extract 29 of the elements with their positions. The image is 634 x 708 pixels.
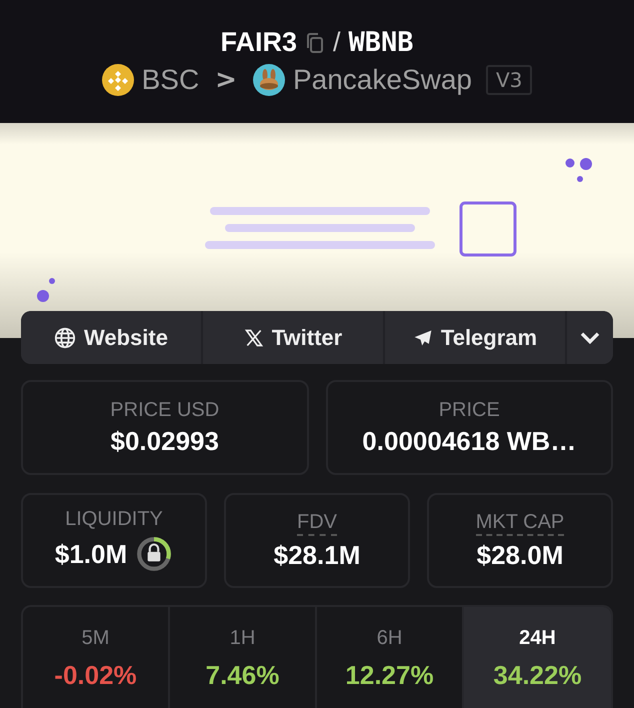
card-value: $0.02993 [110,426,219,456]
card-label: FDV [297,510,337,536]
copy-icon[interactable] [304,32,325,54]
card-label: LIQUIDITY [65,508,163,531]
period-tab[interactable]: 1H 7.46% [170,607,317,708]
quote-token: WBNB [348,27,414,58]
base-token: FAIR3 [220,27,297,58]
card-label: MKT CAP [476,510,564,536]
social-link[interactable]: Website [21,311,203,364]
card-value: 0.00004618 WB… [362,426,576,456]
card-value: $28.0M [476,540,564,570]
period-tab[interactable]: 24H 34.22% [464,607,611,708]
card-value: $28.1M [274,540,360,570]
lock-gauge-icon [135,535,174,573]
x-icon [244,328,264,348]
dex-name[interactable]: PancakeSwap [292,64,472,96]
globe-icon [54,326,76,348]
card-value: $1.0M [54,538,128,570]
pair-separator: / [332,27,340,58]
chevron-down-icon [580,332,600,344]
bunny-icon [252,64,285,96]
coin-icon [102,64,134,96]
card-label: PRICE USD [110,398,220,422]
card-label: PRICE [438,398,500,422]
version-badge: V3 [486,65,532,95]
chain-name[interactable]: BSC [142,64,200,96]
breadcrumb-arrow: > [215,65,237,95]
period-tab[interactable]: 5M -0.02% [23,607,170,708]
paper-plane-icon [412,328,433,348]
